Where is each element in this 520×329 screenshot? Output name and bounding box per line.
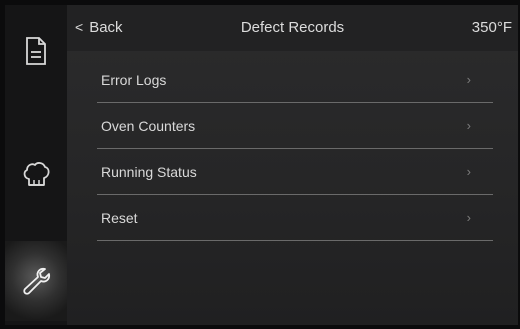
menu-item-label: Running Status [101, 164, 197, 180]
menu-item-error-logs[interactable]: Error Logs › [97, 57, 493, 103]
chevron-right-icon: › [466, 72, 471, 87]
sidebar [5, 5, 67, 325]
sidebar-item-service[interactable] [5, 241, 67, 321]
chevron-right-icon: › [466, 210, 471, 225]
menu-item-oven-counters[interactable]: Oven Counters › [97, 103, 493, 149]
menu-item-reset[interactable]: Reset › [97, 195, 493, 241]
sidebar-item-recipes[interactable] [5, 11, 67, 91]
menu-item-label: Oven Counters [101, 118, 196, 134]
page-title: Defect Records [240, 19, 345, 36]
back-button[interactable]: < Back [75, 19, 123, 36]
oven-display: < Back Defect Records 350°F Error Logs › … [0, 0, 520, 329]
menu-item-label: Error Logs [101, 72, 167, 88]
wrench-icon [21, 266, 51, 296]
back-label: Back [89, 19, 123, 36]
temperature-readout: 350°F [471, 19, 512, 36]
menu-list: Error Logs › Oven Counters › Running Sta… [97, 57, 493, 241]
menu-item-label: Reset [101, 210, 138, 226]
top-bar: < Back Defect Records 350°F [67, 5, 518, 51]
chevron-left-icon: < [75, 19, 84, 35]
menu-item-running-status[interactable]: Running Status › [97, 149, 493, 195]
sidebar-item-cooking[interactable] [5, 135, 67, 215]
chef-hat-icon [20, 159, 52, 191]
main-panel: < Back Defect Records 350°F Error Logs › … [67, 5, 518, 325]
document-icon [25, 37, 47, 65]
chevron-right-icon: › [466, 118, 471, 133]
chevron-right-icon: › [466, 164, 471, 179]
